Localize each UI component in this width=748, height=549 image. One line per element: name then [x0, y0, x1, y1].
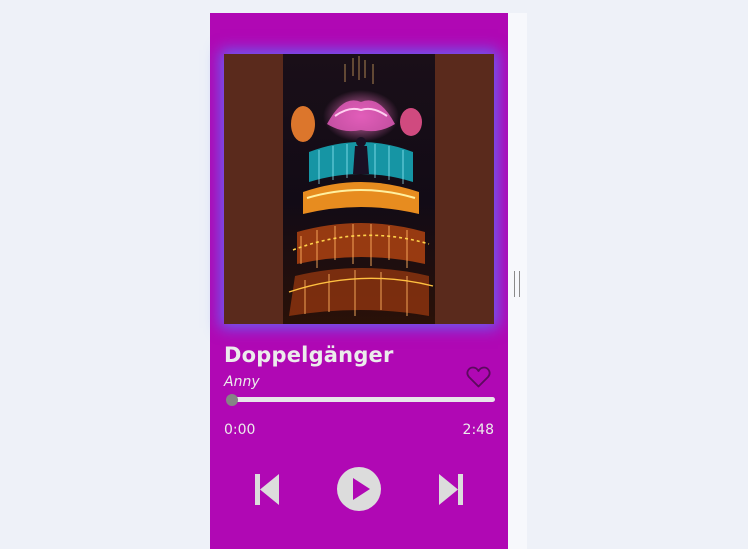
seek-track[interactable]: [227, 397, 495, 402]
album-art-frame: [224, 54, 494, 324]
seek-slider[interactable]: [226, 394, 495, 406]
track-artist: Anny: [224, 374, 260, 390]
previous-track-button[interactable]: [255, 474, 279, 505]
play-circle-icon: [337, 467, 381, 511]
page: Doppelgänger Anny 0:00 2:48: [0, 0, 748, 549]
next-track-button[interactable]: [439, 474, 463, 505]
total-time: 2:48: [462, 422, 494, 438]
track-title: Doppelgänger: [224, 343, 394, 367]
resize-handle[interactable]: [514, 271, 520, 297]
seek-thumb[interactable]: [226, 394, 238, 406]
playback-controls: [210, 465, 508, 513]
album-art-image: [283, 54, 435, 324]
current-time: 0:00: [224, 422, 256, 438]
favorite-heart-icon[interactable]: [466, 366, 491, 388]
skip-previous-icon: [255, 474, 279, 505]
music-player-card: Doppelgänger Anny 0:00 2:48: [210, 13, 508, 549]
skip-next-icon: [439, 474, 463, 505]
play-button[interactable]: [337, 467, 381, 511]
